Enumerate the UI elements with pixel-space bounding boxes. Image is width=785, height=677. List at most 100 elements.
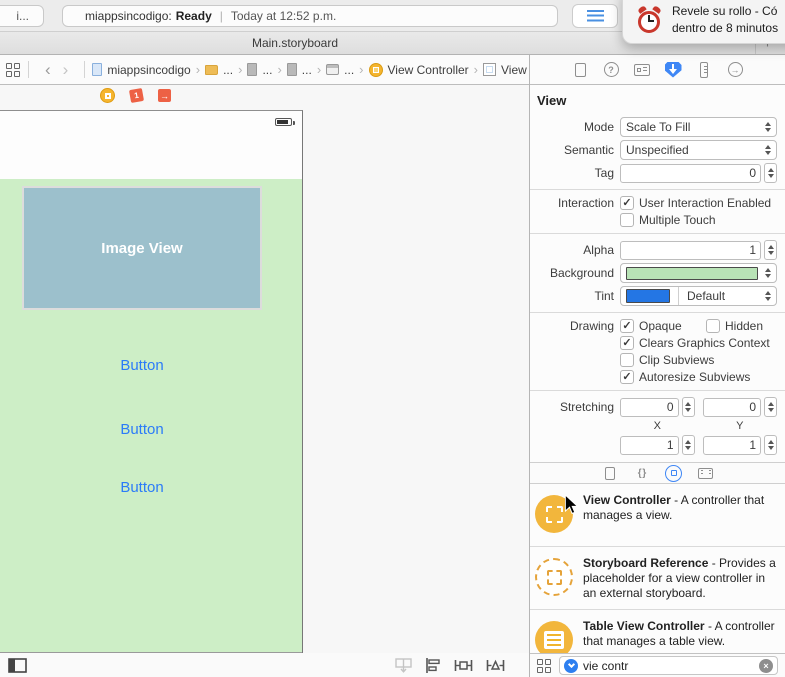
stretching-x-axis-label: X: [653, 420, 661, 432]
button-1[interactable]: Button: [0, 357, 284, 374]
align-icon[interactable]: [425, 657, 441, 673]
tab-main-storyboard[interactable]: Main.storyboard: [200, 36, 390, 50]
breadcrumb-label: ...: [262, 62, 273, 77]
user-interaction-label: User Interaction Enabled: [639, 196, 772, 210]
quick-help-tab[interactable]: ?: [602, 60, 620, 80]
stretching-width-value: 1: [666, 438, 674, 452]
clip-subviews-checkbox[interactable]: [620, 353, 634, 367]
scheme-button[interactable]: i...: [0, 5, 44, 27]
stretching-y-field[interactable]: 0: [702, 397, 761, 417]
mode-popup[interactable]: Scale To Fill: [620, 117, 777, 137]
notification-title: Revele su rollo - Có: [672, 4, 778, 18]
breadcrumb-separator: ›: [316, 62, 322, 77]
panel-divider[interactable]: [529, 55, 530, 677]
tag-field[interactable]: 0: [620, 163, 761, 183]
breadcrumb-label: ...: [344, 62, 355, 77]
storyboard-icon: [326, 64, 340, 75]
folder-icon: [205, 64, 219, 75]
attributes-inspector-tab[interactable]: [664, 60, 682, 80]
stretching-x-value: 0: [666, 400, 674, 414]
semantic-popup[interactable]: Unspecified: [620, 140, 777, 160]
stretching-height-stepper[interactable]: [764, 435, 777, 455]
breadcrumb-folder[interactable]: ...: [205, 63, 233, 77]
resolve-layout-issues-icon[interactable]: [486, 658, 505, 673]
alpha-stepper[interactable]: [764, 240, 777, 260]
exit-icon[interactable]: →: [158, 89, 171, 102]
stretching-width-stepper[interactable]: [681, 435, 695, 455]
tint-color-well[interactable]: [626, 289, 670, 303]
breadcrumb-file[interactable]: ...: [286, 63, 312, 77]
library-search-input[interactable]: [583, 658, 754, 673]
autoresize-subviews-checkbox[interactable]: ✓: [620, 370, 634, 384]
multiple-touch-checkbox[interactable]: [620, 213, 634, 227]
library-grid-icon[interactable]: [537, 658, 552, 673]
alpha-field[interactable]: 1: [620, 240, 761, 260]
file-inspector-tab[interactable]: [571, 60, 589, 80]
library-item-view-controller[interactable]: View Controller - A controller that mana…: [530, 484, 785, 547]
divider: [84, 61, 86, 78]
editor-lines-icon: [586, 9, 604, 23]
tag-label: Tag: [594, 166, 614, 180]
hidden-checkbox[interactable]: [706, 319, 720, 333]
stretching-x-field[interactable]: 0: [620, 397, 679, 417]
breadcrumb-view-controller[interactable]: View Controller: [368, 62, 469, 77]
popup-chevrons-icon: [765, 122, 771, 132]
breadcrumb-label: miappsincodigo: [107, 62, 191, 77]
opaque-label: Opaque: [639, 319, 682, 333]
related-items-icon[interactable]: [6, 62, 21, 77]
pin-constraints-icon[interactable]: [454, 658, 473, 673]
breadcrumb-label: View: [501, 62, 527, 77]
opaque-checkbox[interactable]: ✓: [620, 319, 634, 333]
root-view[interactable]: Image View Button Button Button: [0, 179, 302, 653]
embed-in-stack-icon[interactable]: [395, 657, 412, 673]
tag-stepper[interactable]: [764, 163, 777, 183]
sidebar-toggle-icon[interactable]: [8, 657, 27, 673]
clear-search-icon[interactable]: ×: [759, 658, 773, 673]
clears-graphics-label: Clears Graphics Context: [639, 336, 770, 350]
breadcrumb-project[interactable]: miappsincodigo: [92, 62, 191, 77]
file-template-library-tab[interactable]: [601, 463, 619, 483]
section-divider: [530, 312, 785, 313]
image-view[interactable]: Image View: [22, 186, 262, 310]
library-item-name: View Controller: [583, 493, 671, 507]
button-2[interactable]: Button: [0, 421, 284, 438]
stretching-width-field[interactable]: 1: [620, 435, 679, 455]
standard-editor-button[interactable]: [572, 4, 618, 28]
library-item-storyboard-reference[interactable]: Storyboard Reference - Provides a placeh…: [530, 547, 785, 610]
first-responder-icon[interactable]: 1: [128, 87, 145, 104]
code-snippet-library-tab[interactable]: { }: [633, 463, 651, 483]
background-color-popup[interactable]: [620, 263, 777, 283]
status-divider: |: [219, 9, 223, 23]
connections-inspector-tab[interactable]: →: [726, 60, 744, 80]
button-3[interactable]: Button: [0, 479, 284, 496]
tint-label: Tint: [594, 289, 614, 303]
size-inspector-tab[interactable]: [695, 60, 713, 80]
view-controller-scene[interactable]: Image View Button Button Button: [0, 110, 303, 653]
object-library-tab[interactable]: [665, 463, 683, 483]
forward-button[interactable]: ›: [60, 61, 78, 78]
background-color-well[interactable]: [626, 266, 758, 280]
jump-bar: ‹ › miappsincodigo › ... › ... › ... › .…: [0, 55, 530, 85]
storyboard-canvas[interactable]: 1 → Image View Button Button Button: [0, 85, 529, 653]
alpha-value: 1: [749, 243, 756, 257]
library-search-box[interactable]: ×: [559, 656, 778, 675]
stretching-height-field[interactable]: 1: [702, 435, 761, 455]
breadcrumb-file[interactable]: ...: [247, 63, 272, 77]
breadcrumb-view[interactable]: View: [483, 63, 527, 77]
stretching-y-stepper[interactable]: [764, 397, 777, 417]
media-library-tab[interactable]: [697, 463, 715, 483]
clears-graphics-checkbox[interactable]: ✓: [620, 336, 634, 350]
library-tab-bar: { }: [530, 462, 785, 484]
identity-inspector-tab[interactable]: [633, 60, 651, 80]
attributes-inspector: View Mode Scale To Fill Semantic Unspeci…: [530, 85, 785, 455]
search-filter-icon[interactable]: [564, 658, 578, 673]
hidden-label: Hidden: [725, 319, 764, 333]
stretching-x-stepper[interactable]: [681, 397, 695, 417]
back-button[interactable]: ‹: [36, 61, 60, 78]
breadcrumb-storyboard[interactable]: ...: [326, 63, 354, 77]
notification-banner[interactable]: Revele su rollo - Có dentro de 8 minutos: [622, 0, 785, 44]
view-controller-dock-icon[interactable]: [100, 88, 115, 103]
tint-popup[interactable]: Default: [620, 286, 777, 306]
user-interaction-checkbox[interactable]: ✓: [620, 196, 634, 210]
view-controller-icon: [368, 62, 383, 77]
